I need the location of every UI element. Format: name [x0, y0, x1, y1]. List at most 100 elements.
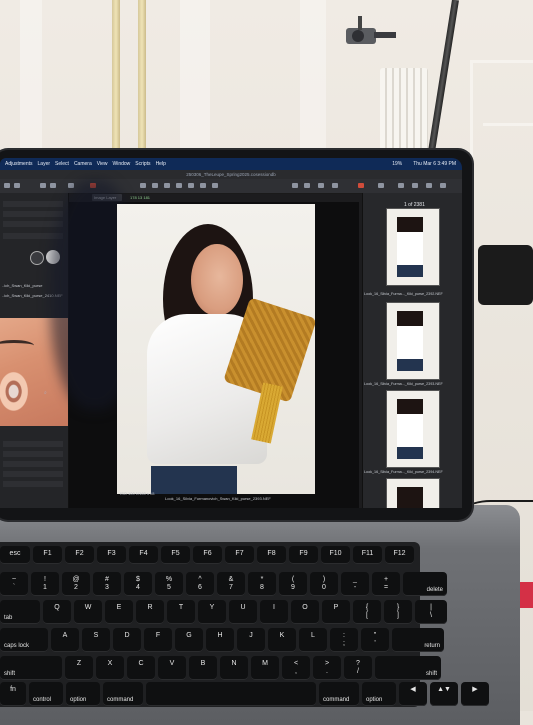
key-u[interactable]: U [229, 600, 257, 624]
key-symbol[interactable]: + = [372, 572, 400, 596]
apply-icon[interactable] [398, 183, 404, 188]
picker-icon[interactable] [200, 183, 206, 188]
capture-icon[interactable] [358, 183, 364, 188]
key-symbol[interactable]: ◀ [399, 682, 427, 706]
grid-icon[interactable] [292, 183, 298, 188]
battery-status[interactable]: 19% [392, 161, 402, 167]
crop-icon[interactable] [140, 183, 146, 188]
key-q[interactable]: Q [43, 600, 71, 624]
key-f5[interactable]: F5 [161, 546, 190, 564]
key-9[interactable]: (9 [279, 572, 307, 596]
key-v[interactable]: V [158, 656, 186, 680]
thumbnail[interactable] [386, 302, 440, 380]
key-a[interactable]: A [51, 628, 79, 652]
key-option[interactable]: option [362, 682, 396, 706]
eraser-icon[interactable] [188, 183, 194, 188]
panel-row[interactable] [3, 221, 63, 227]
key-i[interactable]: I [260, 600, 288, 624]
pen-icon[interactable] [332, 183, 338, 188]
export-icon[interactable] [14, 183, 20, 188]
key-symbol[interactable]: ? / [344, 656, 372, 680]
key-caps-lock[interactable]: caps lock [0, 628, 48, 652]
key-f7[interactable]: F7 [225, 546, 254, 564]
key-b[interactable]: B [189, 656, 217, 680]
thumbnail[interactable] [386, 478, 440, 508]
key-command[interactable]: command [103, 682, 143, 706]
key-symbol[interactable]: ▶ [461, 682, 489, 706]
menu-view[interactable]: View [97, 161, 108, 167]
undo-icon[interactable] [40, 183, 46, 188]
auto-adjust-icon[interactable] [68, 183, 74, 188]
key-space[interactable] [146, 682, 316, 706]
thumbnail[interactable] [386, 390, 440, 468]
key-symbol[interactable]: <, [282, 656, 310, 680]
key-f3[interactable]: F3 [97, 546, 126, 564]
panel-row[interactable] [3, 461, 63, 467]
key-symbol[interactable]: | \ [415, 600, 447, 624]
key-symbol[interactable]: _ - [341, 572, 369, 596]
key-n[interactable]: N [220, 656, 248, 680]
key-fn[interactable]: fn [0, 682, 26, 706]
panel-row[interactable] [3, 451, 63, 457]
key-symbol[interactable]: {[ [353, 600, 381, 624]
key-h[interactable]: H [206, 628, 234, 652]
key-1[interactable]: ! 1 [31, 572, 59, 596]
key-f11[interactable]: F11 [353, 546, 382, 564]
copy-icon[interactable] [378, 183, 384, 188]
thumbnail[interactable] [386, 208, 440, 286]
menu-camera[interactable]: Camera [74, 161, 92, 167]
menu-adjustments[interactable]: Adjustments [5, 161, 33, 167]
key-symbol[interactable]: ~ ` [0, 572, 28, 596]
key-symbol[interactable]: >. [313, 656, 341, 680]
key-f9[interactable]: F9 [289, 546, 318, 564]
key-d[interactable]: D [113, 628, 141, 652]
key-4[interactable]: $4 [124, 572, 152, 596]
brush-icon[interactable] [176, 183, 182, 188]
key-f10[interactable]: F10 [321, 546, 350, 564]
key-option[interactable]: option [66, 682, 100, 706]
key-symbol[interactable]: " ' [361, 628, 389, 652]
key-delete[interactable]: delete [403, 572, 447, 596]
share-icon[interactable] [426, 183, 432, 188]
keystone-icon[interactable] [164, 183, 170, 188]
main-photo[interactable] [117, 204, 315, 494]
key-8[interactable]: * 8 [248, 572, 276, 596]
key-t[interactable]: T [167, 600, 195, 624]
key-o[interactable]: O [291, 600, 319, 624]
warning-icon[interactable] [304, 183, 310, 188]
key-esc[interactable]: esc [0, 546, 30, 564]
key-p[interactable]: P [322, 600, 350, 624]
key-2[interactable]: @2 [62, 572, 90, 596]
fill-circle-button[interactable] [30, 251, 44, 265]
key-control[interactable]: control [29, 682, 63, 706]
loupe-icon[interactable] [318, 183, 324, 188]
menu-layer[interactable]: Layer [38, 161, 51, 167]
key-j[interactable]: J [237, 628, 265, 652]
key-shift[interactable]: shift [375, 656, 441, 680]
key-f4[interactable]: F4 [129, 546, 158, 564]
key-f8[interactable]: F8 [257, 546, 286, 564]
key-l[interactable]: L [299, 628, 327, 652]
key-s[interactable]: S [82, 628, 110, 652]
key-c[interactable]: C [127, 656, 155, 680]
menu-window[interactable]: Window [112, 161, 130, 167]
key-g[interactable]: G [175, 628, 203, 652]
key-5[interactable]: % 5 [155, 572, 183, 596]
key-r[interactable]: R [136, 600, 164, 624]
import-icon[interactable] [4, 183, 10, 188]
key-f2[interactable]: F2 [65, 546, 94, 564]
settings-icon[interactable] [440, 183, 446, 188]
key-0[interactable]: ) 0 [310, 572, 338, 596]
menu-help[interactable]: Help [156, 161, 166, 167]
key-return[interactable]: return [392, 628, 444, 652]
panel-row[interactable] [3, 201, 63, 207]
key-symbol[interactable]: }] [384, 600, 412, 624]
key-e[interactable]: E [105, 600, 133, 624]
key-x[interactable]: X [96, 656, 124, 680]
menubar-clock[interactable]: Thu Mar 6 3:49 PM [413, 161, 456, 167]
annotate-icon[interactable] [212, 183, 218, 188]
key-f[interactable]: F [144, 628, 172, 652]
key-6[interactable]: ^ 6 [186, 572, 214, 596]
key-tab[interactable]: tab [0, 600, 40, 624]
key-f12[interactable]: F12 [385, 546, 414, 564]
